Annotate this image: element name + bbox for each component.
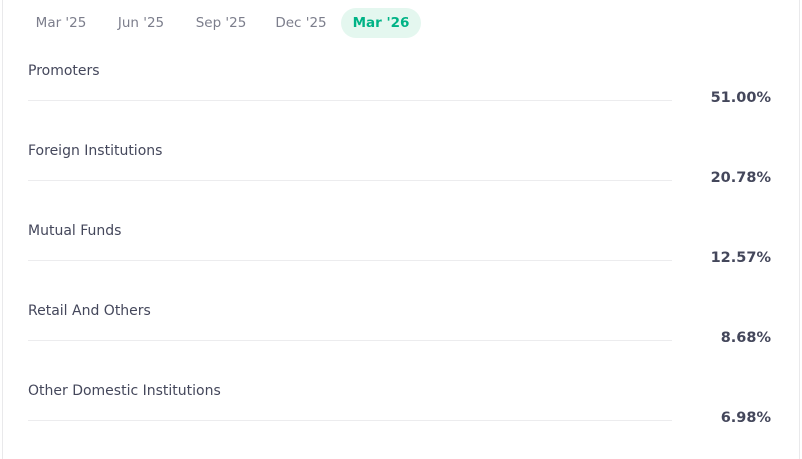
holding-value: 20.78% [710, 170, 771, 186]
holding-row-other-domestic-institutions: Other Domestic Institutions 6.98% [3, 372, 801, 452]
holding-bar-track [28, 260, 672, 261]
holding-row-retail-and-others: Retail And Others 8.68% [3, 292, 801, 372]
holding-row-promoters: Promoters 51.00% [3, 52, 801, 132]
tab-jun-25[interactable]: Jun '25 [101, 8, 181, 38]
holding-bar-track [28, 340, 672, 341]
holding-value: 8.68% [720, 330, 771, 346]
holding-label: Foreign Institutions [28, 143, 163, 159]
tab-mar-26[interactable]: Mar '26 [341, 8, 421, 38]
holding-label: Promoters [28, 63, 100, 79]
holding-value: 6.98% [720, 410, 771, 426]
holding-list: Promoters 51.00% Foreign Institutions 20… [3, 52, 801, 452]
holding-label: Retail And Others [28, 303, 151, 319]
quarter-tabs: Mar '25 Jun '25 Sep '25 Dec '25 Mar '26 [21, 8, 421, 38]
holding-label: Other Domestic Institutions [28, 383, 221, 399]
holding-value: 12.57% [710, 250, 771, 266]
shareholding-panel: Mar '25 Jun '25 Sep '25 Dec '25 Mar '26 … [2, 0, 800, 459]
holding-bar-track [28, 180, 672, 181]
holding-row-mutual-funds: Mutual Funds 12.57% [3, 212, 801, 292]
holding-label: Mutual Funds [28, 223, 122, 239]
holding-bar-track [28, 100, 672, 101]
holding-row-foreign-institutions: Foreign Institutions 20.78% [3, 132, 801, 212]
holding-bar-track [28, 420, 672, 421]
tab-mar-25[interactable]: Mar '25 [21, 8, 101, 38]
tab-dec-25[interactable]: Dec '25 [261, 8, 341, 38]
holding-value: 51.00% [710, 90, 771, 106]
tab-sep-25[interactable]: Sep '25 [181, 8, 261, 38]
